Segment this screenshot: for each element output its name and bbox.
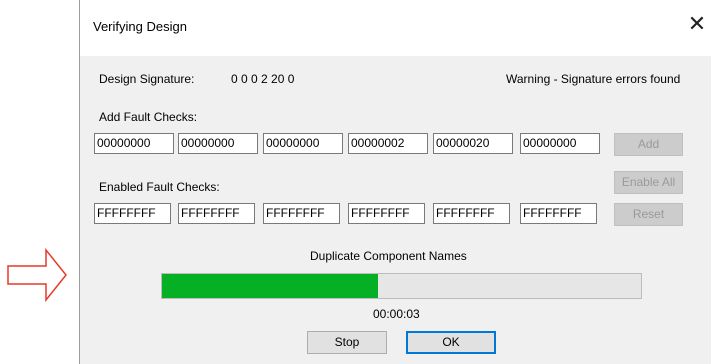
enabled-fault-field-6[interactable]: FFFFFFFF — [520, 203, 597, 224]
enabled-fault-field-5[interactable]: FFFFFFFF — [433, 203, 510, 224]
reset-button[interactable]: Reset — [614, 203, 683, 226]
progress-caption: Duplicate Component Names — [310, 249, 467, 263]
enabled-fault-checks-label: Enabled Fault Checks: — [99, 180, 220, 194]
title-bar: Verifying Design ✕ — [80, 0, 711, 56]
progress-fill — [162, 274, 378, 298]
design-signature-value: 0 0 0 2 20 0 — [231, 72, 295, 86]
close-icon[interactable]: ✕ — [683, 11, 711, 39]
add-fault-field-6[interactable]: 00000000 — [520, 133, 600, 154]
verifying-design-dialog: Verifying Design ✕ Design Signature: 0 0… — [79, 0, 711, 364]
ok-button[interactable]: OK — [406, 331, 496, 354]
dialog-title: Verifying Design — [93, 19, 187, 34]
enabled-fault-field-3[interactable]: FFFFFFFF — [263, 203, 340, 224]
add-button[interactable]: Add — [614, 133, 683, 156]
add-fault-checks-label: Add Fault Checks: — [99, 110, 198, 124]
enable-all-button[interactable]: Enable All — [614, 171, 683, 194]
design-signature-label: Design Signature: — [99, 72, 195, 86]
enabled-fault-field-2[interactable]: FFFFFFFF — [178, 203, 255, 224]
stop-button[interactable]: Stop — [307, 331, 387, 354]
add-fault-field-1[interactable]: 00000000 — [94, 133, 174, 154]
add-fault-field-3[interactable]: 00000000 — [263, 133, 343, 154]
annotation-arrow-icon — [7, 248, 67, 302]
enabled-fault-field-4[interactable]: FFFFFFFF — [348, 203, 425, 224]
progress-bar — [161, 273, 642, 299]
signature-warning: Warning - Signature errors found — [506, 72, 681, 86]
enabled-fault-field-1[interactable]: FFFFFFFF — [94, 203, 171, 224]
add-fault-field-4[interactable]: 00000002 — [348, 133, 428, 154]
elapsed-time: 00:00:03 — [373, 307, 420, 321]
add-fault-field-5[interactable]: 00000020 — [433, 133, 513, 154]
add-fault-field-2[interactable]: 00000000 — [178, 133, 258, 154]
